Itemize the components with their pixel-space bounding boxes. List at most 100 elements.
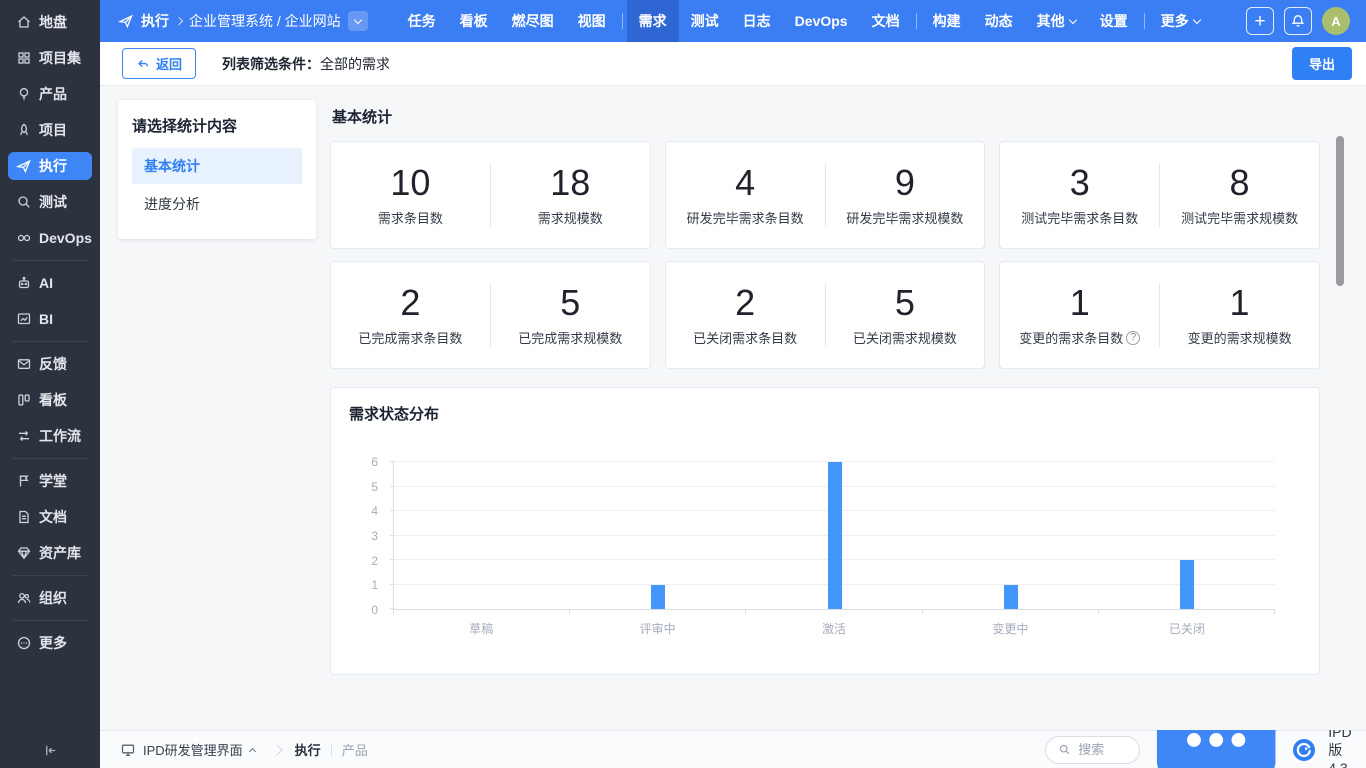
zentao-logo-icon bbox=[1292, 738, 1316, 762]
robot-icon bbox=[16, 275, 32, 291]
sidebar-divider bbox=[12, 260, 88, 261]
breadcrumb-divider bbox=[331, 743, 332, 756]
sidebar-item-org[interactable]: 组织 bbox=[8, 584, 92, 612]
content-area: 请选择统计内容 基本统计 进度分析 基本统计 10需求条目数 18需求规模数 4… bbox=[100, 86, 1366, 730]
tab-dynamic[interactable]: 动态 bbox=[973, 0, 1025, 42]
sidebar-divider bbox=[12, 620, 88, 621]
filter-value: 全部的需求 bbox=[320, 56, 390, 72]
chart-card: 需求状态分布 0123456 草稿评审中激活变更中已关闭 bbox=[330, 387, 1320, 675]
stat-label: 已关闭需求条目数 bbox=[693, 328, 797, 347]
scrollbar-thumb[interactable] bbox=[1336, 136, 1344, 286]
stat-label: 变更的需求规模数 bbox=[1188, 328, 1292, 347]
nav-divider bbox=[916, 13, 917, 29]
search-input[interactable] bbox=[1078, 742, 1127, 757]
tab-more[interactable]: 更多 bbox=[1149, 0, 1212, 42]
help-icon[interactable] bbox=[1126, 331, 1140, 345]
tab-build[interactable]: 构建 bbox=[921, 0, 973, 42]
tab-view[interactable]: 视图 bbox=[566, 0, 618, 42]
panel-item-basic-stats[interactable]: 基本统计 bbox=[132, 148, 302, 184]
sidebar-item-label: 项目 bbox=[39, 120, 67, 140]
sidebar-item-project[interactable]: 项目 bbox=[8, 116, 92, 144]
breadcrumb-execution[interactable]: 执行 bbox=[295, 740, 321, 759]
chart-icon bbox=[16, 311, 32, 327]
sidebar-item-qa[interactable]: 测试 bbox=[8, 188, 92, 216]
sidebar-collapse-button[interactable] bbox=[0, 732, 100, 768]
app-root: 地盘 项目集 产品 项目 执行 测试 DevOps AI bbox=[0, 0, 1366, 768]
stats-main: 基本统计 10需求条目数 18需求规模数 4研发完毕需求条目数 9研发完毕需求规… bbox=[330, 100, 1320, 730]
sidebar-item-dashboard[interactable]: 地盘 bbox=[8, 8, 92, 36]
sidebar-item-assets[interactable]: 资产库 bbox=[8, 539, 92, 567]
main-region: 执行 企业管理系统 / 企业网站 任务 看板 燃尽图 视图 需求 测试 日志 D… bbox=[100, 0, 1366, 768]
dart-icon bbox=[118, 13, 134, 29]
app-switcher[interactable]: IPD研发管理界面 bbox=[120, 740, 255, 759]
sidebar-item-program[interactable]: 项目集 bbox=[8, 44, 92, 72]
stat-label: 研发完毕需求条目数 bbox=[687, 208, 804, 227]
school-icon bbox=[16, 473, 32, 489]
sidebar-item-label: 产品 bbox=[39, 84, 67, 104]
x-axis-label: 草稿 bbox=[393, 620, 569, 637]
tab-task[interactable]: 任务 bbox=[396, 0, 448, 42]
stat-value: 10 bbox=[390, 163, 430, 203]
stat-value: 1 bbox=[1070, 283, 1090, 323]
people-icon bbox=[16, 590, 32, 606]
tab-devops[interactable]: DevOps bbox=[783, 0, 860, 42]
sidebar-item-label: 反馈 bbox=[39, 354, 67, 374]
sidebar-item-label: AI bbox=[39, 275, 53, 291]
sidebar-item-feedback[interactable]: 反馈 bbox=[8, 350, 92, 378]
stat-value: 5 bbox=[895, 283, 915, 323]
sidebar-item-academy[interactable]: 学堂 bbox=[8, 467, 92, 495]
sidebar-item-more[interactable]: 更多 bbox=[8, 629, 92, 657]
sidebar-item-label: 资产库 bbox=[39, 543, 81, 563]
sidebar-item-product[interactable]: 产品 bbox=[8, 80, 92, 108]
x-axis-ticks bbox=[393, 610, 1275, 614]
panel-item-progress-analysis[interactable]: 进度分析 bbox=[132, 186, 302, 222]
nav-divider bbox=[1144, 13, 1145, 29]
context-project-label: 企业管理系统 / 企业网站 bbox=[189, 11, 341, 31]
sidebar-item-kanban[interactable]: 看板 bbox=[8, 386, 92, 414]
back-button[interactable]: 返回 bbox=[122, 48, 196, 79]
x-axis-label: 评审中 bbox=[569, 620, 745, 637]
sidebar-item-ai[interactable]: AI bbox=[8, 269, 92, 297]
tab-burndown[interactable]: 燃尽图 bbox=[500, 0, 566, 42]
nav-tabs: 任务 看板 燃尽图 视图 需求 测试 日志 DevOps 文档 构建 动态 其他… bbox=[396, 0, 1212, 42]
search-box[interactable] bbox=[1045, 736, 1140, 764]
export-button[interactable]: 导出 bbox=[1292, 47, 1352, 80]
sidebar-item-devops[interactable]: DevOps bbox=[8, 224, 92, 252]
sidebar: 地盘 项目集 产品 项目 执行 测试 DevOps AI bbox=[0, 0, 100, 768]
tab-settings[interactable]: 设置 bbox=[1088, 0, 1140, 42]
sidebar-item-bi[interactable]: BI bbox=[8, 305, 92, 333]
add-button[interactable]: + bbox=[1246, 7, 1274, 35]
tab-story[interactable]: 需求 bbox=[627, 0, 679, 42]
more-icon bbox=[16, 635, 32, 651]
sidebar-item-workflow[interactable]: 工作流 bbox=[8, 422, 92, 450]
workflow-icon bbox=[16, 428, 32, 444]
sidebar-item-execution[interactable]: 执行 bbox=[8, 152, 92, 180]
tab-other[interactable]: 其他 bbox=[1025, 0, 1088, 42]
home-icon bbox=[16, 14, 32, 30]
toolbar: 返回 列表筛选条件：全部的需求 导出 bbox=[100, 42, 1366, 86]
y-axis-labels: 0123456 bbox=[358, 462, 386, 610]
tab-doc[interactable]: 文档 bbox=[860, 0, 912, 42]
chart-bars bbox=[394, 462, 1275, 609]
tab-test[interactable]: 测试 bbox=[679, 0, 731, 42]
sidebar-item-doc[interactable]: 文档 bbox=[8, 503, 92, 531]
stat-cards: 10需求条目数 18需求规模数 4研发完毕需求条目数 9研发完毕需求规模数 3测… bbox=[330, 141, 1320, 369]
bell-icon bbox=[1290, 13, 1306, 29]
avatar[interactable]: A bbox=[1322, 7, 1350, 35]
stat-label: 需求条目数 bbox=[378, 208, 443, 227]
nav-actions: + A bbox=[1246, 7, 1366, 35]
version-label: IPD版4.3 bbox=[1328, 724, 1352, 768]
context-app-label: 执行 bbox=[141, 11, 169, 31]
dart-icon bbox=[16, 158, 32, 174]
tab-log[interactable]: 日志 bbox=[731, 0, 783, 42]
tab-kanban[interactable]: 看板 bbox=[448, 0, 500, 42]
stat-label: 已关闭需求规模数 bbox=[853, 328, 957, 347]
x-axis-label: 激活 bbox=[746, 620, 922, 637]
mail-icon bbox=[16, 356, 32, 372]
breadcrumb-product[interactable]: 产品 bbox=[342, 740, 368, 759]
context-dropdown-button[interactable] bbox=[348, 11, 368, 31]
sidebar-item-label: 工作流 bbox=[39, 426, 81, 446]
notification-button[interactable] bbox=[1284, 7, 1312, 35]
stat-value: 4 bbox=[735, 163, 755, 203]
context-switcher[interactable]: 执行 企业管理系统 / 企业网站 bbox=[118, 11, 368, 31]
